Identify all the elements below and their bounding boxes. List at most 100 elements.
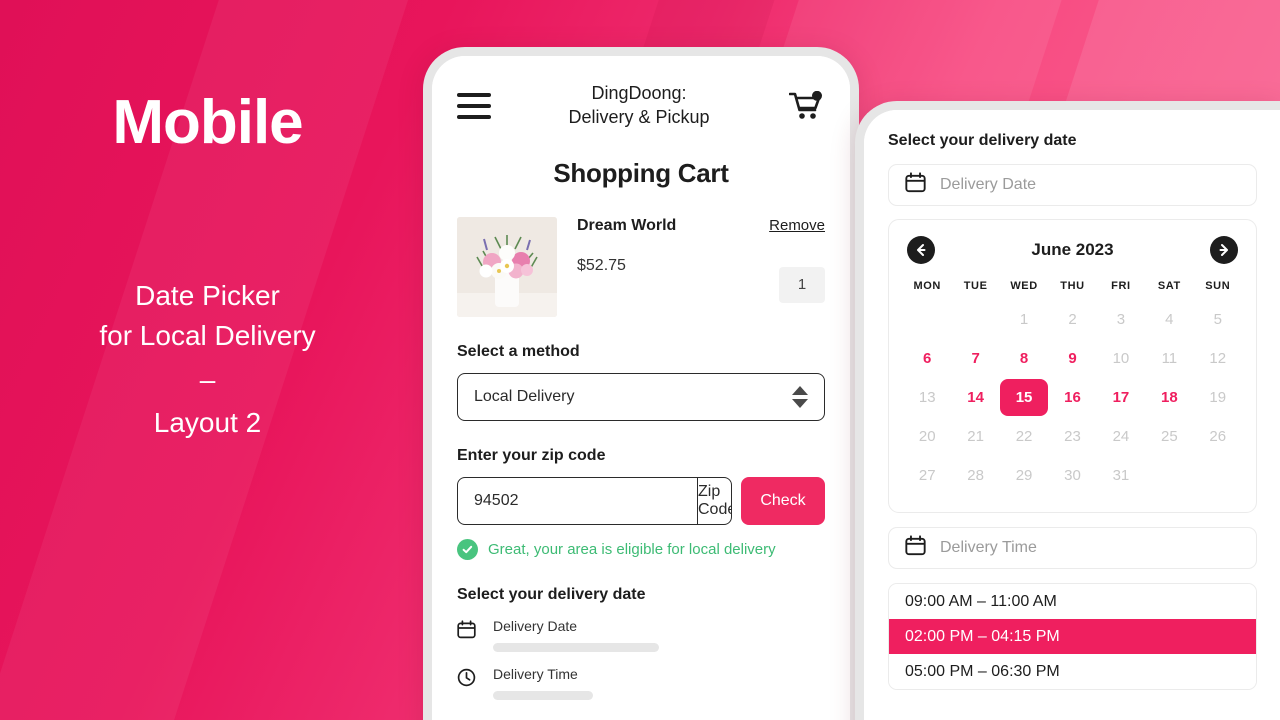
calendar-day-disabled: 1: [1019, 311, 1029, 328]
delivery-time-field-label: Delivery Time: [493, 665, 578, 682]
calendar-day-disabled: 29: [1015, 467, 1033, 484]
delivery-time-field-body: Delivery Time: [493, 666, 593, 700]
product-thumbnail: [457, 216, 557, 317]
delivery-date-placeholder: Delivery Date: [940, 176, 1037, 193]
picker-screen: Select your delivery date Delivery Date …: [864, 110, 1280, 720]
page-title: Shopping Cart: [553, 157, 729, 188]
cart-screen: DingDoong: Delivery & Pickup Shopping Ca…: [432, 56, 850, 720]
delivery-time-placeholder-bar: [493, 690, 593, 700]
calendar-day-selected[interactable]: 15: [999, 379, 1049, 416]
calendar-icon: [905, 172, 926, 198]
calendar-day-disabled: 20: [918, 428, 936, 445]
app-bar: DingDoong: Delivery & Pickup: [457, 82, 825, 130]
delivery-date-field-body: Delivery Date: [493, 618, 659, 652]
calendar-day-disabled: 22: [1015, 428, 1033, 445]
method-label: Select a method: [457, 342, 580, 360]
time-slot[interactable]: 09:00 AM – 11:00 AM: [889, 584, 1256, 619]
zip-success-message: Great, your area is eligible for local d…: [457, 538, 825, 560]
calendar-weekday: MON: [913, 280, 941, 292]
calendar-day-disabled: 25: [1161, 428, 1178, 445]
calendar-day-disabled: 27: [918, 467, 936, 484]
delivery-time-field[interactable]: Delivery Time: [457, 666, 825, 700]
caption-column: Mobile Date Picker for Local Delivery – …: [0, 0, 415, 720]
calendar-day-disabled: 5: [1213, 311, 1222, 328]
calendar-day-disabled: 21: [967, 428, 984, 445]
remove-item-link[interactable]: Remove: [769, 217, 825, 234]
calendar-day-available[interactable]: 6: [903, 340, 951, 377]
product-name: Dream World: [577, 216, 677, 234]
calendar-day-disabled: 13: [918, 389, 936, 406]
calendar-day-available[interactable]: 8: [1000, 340, 1048, 377]
calendar-day-disabled: 30: [1064, 467, 1081, 484]
quantity-stepper[interactable]: 1: [779, 266, 825, 303]
calendar-day-available[interactable]: 9: [1048, 340, 1096, 377]
calendar-day-disabled: 31: [1112, 467, 1130, 484]
item-actions: Remove 1: [729, 217, 825, 317]
calendar-weekday: WED: [1010, 280, 1038, 292]
calendar-day-disabled: 19: [1209, 389, 1227, 406]
calendar-day-disabled: 26: [1209, 428, 1227, 445]
delivery-date-input[interactable]: Delivery Date: [888, 164, 1257, 206]
caption-title: Mobile: [112, 88, 303, 157]
calendar-day-disabled: 28: [967, 467, 984, 484]
calendar-day-available[interactable]: 17: [1097, 379, 1145, 416]
product-price: $52.75: [577, 256, 626, 274]
check-zip-button[interactable]: Check: [741, 476, 825, 525]
delivery-date-field-label: Delivery Date: [493, 617, 578, 634]
calendar-day-available[interactable]: 14: [951, 379, 999, 416]
chevron-updown-icon: [792, 385, 808, 408]
calendar-day-empty: [903, 301, 951, 338]
calendar-weekday: SAT: [1157, 280, 1181, 292]
calendar-weekday: SUN: [1205, 280, 1231, 292]
calendar-day-disabled: 12: [1209, 350, 1227, 367]
caption-dash: –: [199, 363, 216, 395]
calendar-day-disabled: 10: [1112, 350, 1130, 367]
app-title: DingDoong: Delivery & Pickup: [491, 82, 787, 130]
caption-line-1: Date Picker: [135, 280, 280, 311]
calendar-day-disabled: 11: [1161, 350, 1178, 367]
arrow-left-icon[interactable]: [907, 236, 935, 264]
calendar-weekday: FRI: [1111, 280, 1131, 292]
delivery-time-input[interactable]: Delivery Time: [888, 527, 1257, 569]
cart-item-row: Dream World $52.75 Remove 1: [457, 216, 825, 317]
calendar-weekday-row: MON TUE WED THU FRI SAT SUN: [903, 280, 1242, 292]
calendar-weekday: THU: [1060, 280, 1085, 292]
product-details: Dream World $52.75: [557, 217, 729, 317]
app-title-line-1: DingDoong:: [591, 83, 687, 103]
calendar-day-empty: [951, 301, 999, 338]
picker-title: Select your delivery date: [888, 132, 1077, 149]
app-title-line-2: Delivery & Pickup: [568, 106, 710, 127]
check-circle-icon: [457, 538, 478, 560]
zip-success-text: Great, your area is eligible for local d…: [488, 540, 776, 558]
calendar-icon: [905, 535, 926, 561]
caption-line-3: Layout 2: [153, 407, 262, 439]
calendar-day-disabled: 2: [1068, 311, 1077, 328]
delivery-method-select[interactable]: Local Delivery: [457, 372, 825, 421]
zip-label: Enter your zip code: [457, 446, 606, 464]
time-slot-selected[interactable]: 02:00 PM – 04:15 PM: [889, 619, 1256, 654]
calendar-day-available[interactable]: 7: [951, 340, 999, 377]
shopping-cart-icon[interactable]: [787, 89, 825, 123]
calendar-day-disabled: 3: [1116, 311, 1126, 328]
delivery-date-field[interactable]: Delivery Date: [457, 618, 825, 652]
hamburger-icon[interactable]: [457, 92, 491, 119]
calendar-day-disabled: 24: [1112, 428, 1130, 445]
delivery-method-value: Local Delivery: [474, 387, 575, 405]
calendar-day-grid: 1 2 3 4 5 6 7 8 9 10 11 12 13 14 15 16 17 18 19 20 21 22 23 24 2…: [903, 301, 1242, 494]
time-slot[interactable]: 05:00 PM – 06:30 PM: [889, 654, 1256, 689]
phone-frame-cart: DingDoong: Delivery & Pickup Shopping Ca…: [423, 47, 859, 720]
time-slot-list: 09:00 AM – 11:00 AM 02:00 PM – 04:15 PM 05…: [888, 583, 1257, 690]
delivery-time-placeholder: Delivery Time: [940, 539, 1037, 556]
zip-input-group: Zip Code: [457, 476, 732, 525]
delivery-date-placeholder-bar: [493, 642, 659, 652]
zip-code-tag: Zip Code: [697, 477, 731, 524]
caption-subtitle: Date Picker for Local Delivery – Layout …: [99, 276, 315, 443]
calendar-weekday: TUE: [963, 280, 988, 292]
calendar-icon: [457, 618, 479, 642]
calendar-day-available[interactable]: 18: [1145, 379, 1193, 416]
calendar-day-available[interactable]: 16: [1048, 379, 1096, 416]
calendar-header: June 2023: [903, 236, 1242, 264]
zip-input[interactable]: [458, 477, 697, 524]
zip-row: Zip Code Check: [457, 476, 825, 525]
arrow-right-icon[interactable]: [1209, 236, 1238, 264]
